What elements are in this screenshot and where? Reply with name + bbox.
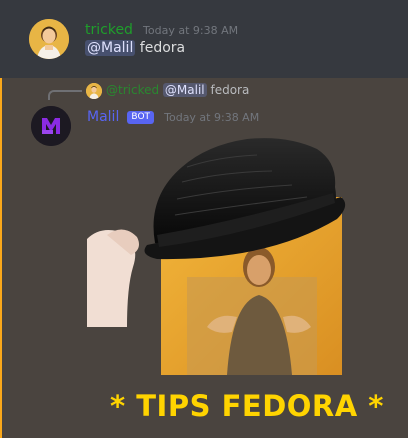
avatar-tricked[interactable]: [29, 19, 69, 59]
user-mention[interactable]: @Malil: [85, 40, 136, 56]
message-tricked: tricked Today at 9:38 AM @Malil fedora: [0, 0, 408, 78]
timestamp: Today at 9:38 AM: [143, 24, 239, 37]
avatar-malil[interactable]: [31, 106, 71, 146]
fedora-meme-picture: [87, 138, 346, 375]
reply-spine: [48, 90, 82, 100]
reply-author[interactable]: @tricked: [106, 83, 159, 97]
chat-log: tricked Today at 9:38 AM @Malil fedora @…: [0, 0, 408, 438]
message-header: Malil BOT Today at 9:38 AM: [87, 106, 259, 125]
reply-text: fedora: [210, 83, 250, 97]
reply-mention[interactable]: @Malil: [162, 83, 207, 97]
person-avatar-icon: [29, 19, 69, 59]
message-text: fedora: [139, 40, 186, 56]
message-malil: @tricked @Malil fedora Malil BOT Today a…: [0, 78, 408, 438]
meme-caption: * TIPS FEDORA *: [110, 389, 384, 423]
meme-image[interactable]: * TIPS FEDORA *: [87, 127, 407, 435]
person-avatar-icon: [86, 83, 102, 99]
author-name[interactable]: Malil: [87, 109, 119, 125]
malil-logo-icon: [31, 106, 71, 146]
reply-preview[interactable]: @tricked @Malil fedora: [106, 83, 249, 97]
reply-avatar[interactable]: [86, 83, 102, 99]
message-header: tricked Today at 9:38 AM: [85, 19, 238, 38]
message-content: @Malil fedora: [85, 40, 185, 56]
bot-badge: BOT: [127, 111, 155, 124]
author-name[interactable]: tricked: [85, 22, 133, 38]
timestamp: Today at 9:38 AM: [164, 111, 260, 124]
